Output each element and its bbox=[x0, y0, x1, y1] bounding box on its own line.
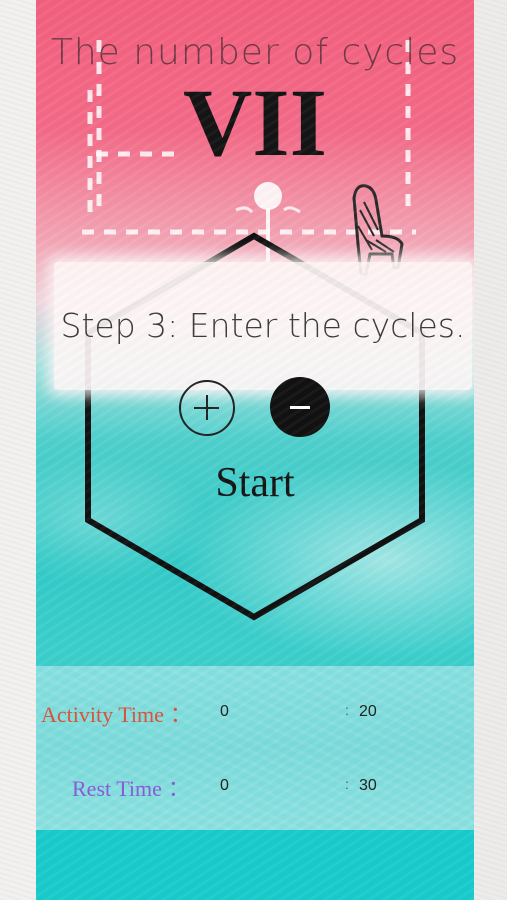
rest-seconds-field[interactable]: 30 bbox=[359, 777, 377, 795]
rest-time-label: Rest Time： bbox=[72, 771, 190, 803]
paper-edge-left bbox=[0, 0, 36, 900]
activity-time-separator: ： bbox=[169, 702, 192, 727]
rest-time-label-text: Rest Time bbox=[72, 776, 162, 801]
paper-edge-right bbox=[474, 0, 507, 900]
decrement-cycles-button[interactable] bbox=[270, 377, 330, 437]
activity-time-colon: : bbox=[345, 702, 349, 718]
rest-time-separator: ： bbox=[167, 776, 190, 801]
activity-minutes-field[interactable]: 0 bbox=[220, 703, 229, 721]
header-title: The number of cycles bbox=[50, 32, 460, 73]
rest-minutes-field[interactable]: 0 bbox=[220, 777, 229, 795]
activity-time-label-text: Activity Time bbox=[41, 702, 164, 727]
instruction-text: Step 3: Enter the cycles. bbox=[60, 306, 466, 345]
start-button[interactable]: Start bbox=[186, 455, 324, 511]
activity-seconds-field[interactable]: 20 bbox=[359, 703, 377, 721]
cycle-count-numeral: VII bbox=[182, 69, 328, 176]
timer-settings-panel bbox=[36, 666, 474, 830]
bottom-band bbox=[36, 830, 474, 900]
app-screen: The number of cycles VII Step 3: Enter t… bbox=[36, 0, 474, 900]
ornament-pin bbox=[235, 182, 301, 262]
rest-time-colon: : bbox=[345, 776, 349, 792]
activity-time-label: Activity Time： bbox=[41, 697, 192, 729]
increment-cycles-button[interactable] bbox=[179, 380, 235, 436]
